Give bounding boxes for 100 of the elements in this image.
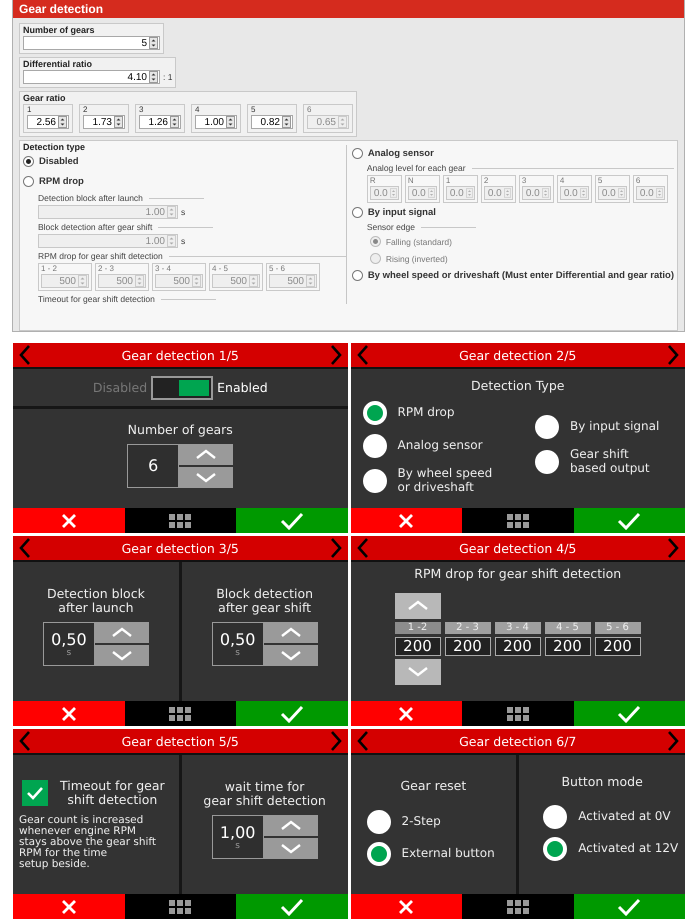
chevron-left-icon[interactable] — [356, 731, 368, 751]
close-icon — [60, 898, 77, 914]
chevron-right-icon[interactable] — [330, 345, 342, 365]
cancel-button[interactable] — [13, 701, 124, 726]
number-field[interactable]: 5 — [23, 36, 160, 50]
increment-button[interactable] — [264, 815, 318, 836]
confirm-button[interactable] — [236, 894, 348, 919]
number-field[interactable]: 1.26 — [139, 115, 181, 129]
cancel-button[interactable] — [350, 701, 462, 726]
confirm-button[interactable] — [574, 508, 685, 533]
decrement-button[interactable] — [179, 467, 234, 488]
cell-label: 2 — [484, 176, 490, 186]
step-label[interactable]: 4 - 5 — [544, 622, 590, 634]
menu-button[interactable] — [462, 894, 574, 919]
radio-button[interactable] — [352, 207, 363, 218]
step-label[interactable]: 2 - 3 — [444, 622, 490, 634]
cancel-button[interactable] — [350, 894, 462, 919]
confirm-button[interactable] — [236, 508, 348, 533]
stepper-icon[interactable] — [170, 116, 179, 128]
decrement-button[interactable] — [264, 838, 318, 860]
radio-button[interactable] — [535, 414, 559, 439]
confirm-button[interactable] — [574, 894, 685, 919]
step-label[interactable]: 3 - 4 — [494, 622, 540, 634]
check-icon — [280, 704, 304, 722]
group-label: Analog level for each gear — [366, 163, 466, 173]
radio-button[interactable] — [352, 270, 363, 281]
confirm-button[interactable] — [236, 701, 348, 726]
screen-title: Gear detection 5/5 — [122, 734, 239, 748]
grid-icon — [506, 900, 529, 914]
chevron-left-icon[interactable] — [356, 345, 368, 365]
grid-icon — [169, 900, 192, 914]
cancel-button[interactable] — [13, 894, 124, 919]
chevron-left-icon[interactable] — [19, 538, 31, 558]
increment-button[interactable] — [264, 622, 318, 644]
number-field[interactable]: 1.00 — [195, 115, 237, 129]
menu-button[interactable] — [124, 508, 236, 533]
radio-button[interactable] — [352, 148, 363, 159]
step-label[interactable]: 5 - 6 — [594, 622, 640, 634]
cancel-button[interactable] — [350, 508, 462, 533]
radio-button[interactable] — [362, 468, 386, 493]
window-title: Gear detection — [13, 0, 684, 18]
radio-button[interactable] — [535, 450, 559, 474]
cell-label: 1 - 2 — [41, 264, 58, 274]
checkbox[interactable] — [22, 780, 48, 806]
value-text: 6 — [148, 457, 158, 476]
stepper-icon[interactable] — [58, 116, 67, 128]
number-field[interactable]: 0.82 — [251, 115, 293, 129]
screen-title: Gear detection 1/5 — [122, 348, 239, 362]
radio-button[interactable] — [366, 810, 390, 834]
chevron-right-icon[interactable] — [667, 538, 679, 558]
decrement-button[interactable] — [264, 645, 318, 666]
step-label[interactable]: 1 -2 — [394, 622, 440, 634]
increment-button[interactable] — [94, 622, 149, 644]
menu-button[interactable] — [124, 701, 236, 726]
increment-button[interactable] — [179, 444, 234, 466]
field-label: Block detection after gear shift — [38, 222, 152, 232]
stepper-icon[interactable] — [149, 71, 158, 83]
number-field[interactable]: 4.10 — [23, 70, 160, 84]
number-field[interactable]: 1.73 — [83, 115, 125, 129]
radio-button[interactable] — [543, 804, 568, 829]
chevron-left-icon[interactable] — [356, 538, 368, 558]
cell-label: 2 — [83, 105, 88, 115]
chevron-left-icon[interactable] — [19, 345, 31, 365]
radio-label: External button — [402, 846, 495, 861]
stepper-icon[interactable] — [149, 37, 158, 49]
chevron-right-icon[interactable] — [667, 345, 679, 365]
menu-button[interactable] — [124, 894, 236, 919]
section-title: Button mode — [561, 775, 643, 789]
caret-up-icon — [110, 627, 133, 638]
decrement-button[interactable] — [94, 645, 149, 666]
chevron-right-icon[interactable] — [667, 731, 679, 751]
grid-icon — [169, 706, 192, 720]
radio-button[interactable] — [362, 434, 386, 458]
radio-button[interactable] — [23, 156, 34, 167]
screen-title: Gear detection 3/5 — [122, 540, 239, 556]
stepper-icon[interactable] — [114, 116, 123, 128]
caret-up-icon — [280, 627, 302, 638]
stepper-icon[interactable] — [282, 116, 291, 128]
group-label: Sensor edge — [366, 222, 416, 232]
radio-button[interactable] — [23, 176, 34, 187]
toggle-switch[interactable] — [151, 376, 214, 400]
radio-label: Analog sensor — [368, 148, 434, 159]
stepper-icon[interactable] — [226, 116, 235, 128]
confirm-button[interactable] — [574, 701, 685, 726]
cancel-button[interactable] — [13, 508, 124, 533]
menu-button[interactable] — [462, 508, 574, 533]
radio-label: Activated at 12V — [578, 842, 678, 856]
decrement-button[interactable] — [394, 658, 440, 685]
cell-label: 6 — [307, 105, 312, 115]
number-field[interactable]: 2.56 — [27, 115, 69, 129]
increment-button[interactable] — [394, 592, 440, 619]
close-icon — [60, 706, 77, 722]
step-value: 200 — [444, 636, 490, 656]
chevron-left-icon[interactable] — [19, 731, 31, 751]
cell-label: N — [408, 176, 415, 186]
grid-icon — [169, 514, 192, 528]
chevron-right-icon[interactable] — [330, 538, 342, 558]
group-label: RPM drop for gear shift detection — [38, 251, 163, 261]
chevron-right-icon[interactable] — [330, 731, 342, 751]
menu-button[interactable] — [462, 701, 574, 726]
